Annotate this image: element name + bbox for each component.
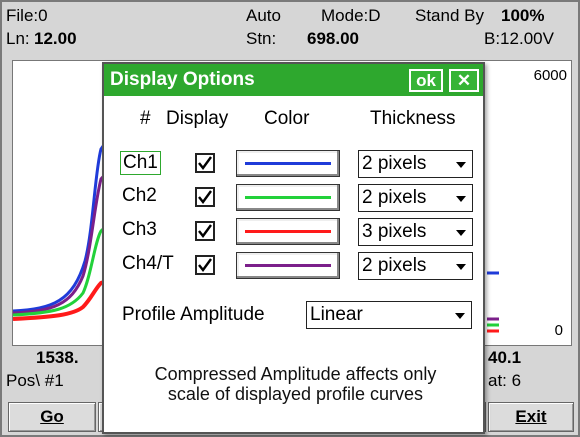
column-header-number: # xyxy=(140,108,151,129)
info-right-value: 40.1 xyxy=(488,348,522,367)
ok-button[interactable]: ok xyxy=(409,69,443,92)
dropdown-arrow-icon xyxy=(456,264,466,270)
display-options-dialog: Display Options ok ✕ # Display Color Thi… xyxy=(102,62,485,434)
checkmark-icon xyxy=(198,156,212,170)
thickness-dropdown[interactable]: 2 pixels xyxy=(358,150,473,178)
color-swatch xyxy=(245,162,331,165)
channel-label: Ch3 xyxy=(122,219,157,240)
battery-percent: 100% xyxy=(501,6,545,25)
note-line-1: Compressed Amplitude affects only xyxy=(154,364,437,384)
color-button[interactable] xyxy=(236,252,340,279)
line-label: Ln: xyxy=(6,29,30,48)
channel-row-2: Ch2 2 pixels xyxy=(120,182,473,214)
column-header-thickness: Thickness xyxy=(370,108,456,129)
color-swatch xyxy=(245,264,331,267)
column-header-display: Display xyxy=(166,108,229,129)
info-left-position: Pos\ #1 xyxy=(6,371,64,390)
color-swatch xyxy=(245,230,331,233)
mode-label: Mode:D xyxy=(321,6,381,25)
channel-row-4: Ch4/T 2 pixels xyxy=(120,250,473,282)
info-left-value: 1538. xyxy=(36,348,79,367)
auto-mode-label: Auto xyxy=(246,6,281,25)
column-header-color: Color xyxy=(264,108,310,129)
display-checkbox[interactable] xyxy=(195,255,215,275)
go-button-label: Go xyxy=(40,407,64,426)
thickness-dropdown[interactable]: 3 pixels xyxy=(358,218,473,246)
dropdown-arrow-icon xyxy=(456,196,466,202)
color-button[interactable] xyxy=(236,218,340,245)
device-screen: File:0 Auto Mode:D Stand By 100% Ln: 12.… xyxy=(0,0,580,437)
channel-label: Ch1 xyxy=(120,151,161,175)
go-button[interactable]: Go xyxy=(8,402,96,432)
display-checkbox[interactable] xyxy=(195,221,215,241)
close-icon[interactable]: ✕ xyxy=(449,69,479,92)
file-label: File:0 xyxy=(6,6,48,25)
line-value: 12.00 xyxy=(34,29,77,48)
note-line-2: scale of displayed profile curves xyxy=(167,384,424,404)
plot-top-value: 6000 xyxy=(533,67,567,84)
exit-button-label: Exit xyxy=(515,407,547,426)
thickness-dropdown[interactable]: 2 pixels xyxy=(358,184,473,212)
station-label: Stn: xyxy=(246,29,277,48)
checkmark-icon xyxy=(198,224,212,238)
standby-label: Stand By xyxy=(415,6,484,25)
thickness-dropdown[interactable]: 2 pixels xyxy=(358,252,473,280)
color-button[interactable] xyxy=(236,150,340,177)
display-checkbox[interactable] xyxy=(195,187,215,207)
profile-amplitude-dropdown[interactable]: Linear xyxy=(306,301,472,329)
plot-bottom-value: 0 xyxy=(554,322,563,339)
dialog-title: Display Options xyxy=(110,69,255,90)
channel-label: Ch4/T xyxy=(122,253,174,274)
dialog-title-bar: Display Options ok ✕ xyxy=(104,64,483,96)
dropdown-arrow-icon xyxy=(456,230,466,236)
thickness-value: 2 pixels xyxy=(362,187,427,208)
color-swatch xyxy=(245,196,331,199)
dropdown-arrow-icon xyxy=(455,313,465,319)
profile-amplitude-label: Profile Amplitude xyxy=(122,304,265,325)
voltage-label: B:12.00V xyxy=(484,29,554,48)
checkmark-icon xyxy=(198,258,212,272)
channel-label: Ch2 xyxy=(122,185,157,206)
thickness-value: 2 pixels xyxy=(362,153,427,174)
amplitude-note: Compressed Amplitude affects only scale … xyxy=(114,364,477,404)
amplitude-value: Linear xyxy=(310,304,363,325)
dropdown-arrow-icon xyxy=(456,162,466,168)
display-checkbox[interactable] xyxy=(195,153,215,173)
channel-row-3: Ch3 3 pixels xyxy=(120,216,473,248)
exit-button[interactable]: Exit xyxy=(488,402,574,432)
thickness-value: 3 pixels xyxy=(362,221,427,242)
info-right-label: at: 6 xyxy=(488,371,522,390)
color-button[interactable] xyxy=(236,184,340,211)
channel-row-1: Ch1 2 pixels xyxy=(120,148,473,180)
checkmark-icon xyxy=(198,190,212,204)
station-value: 698.00 xyxy=(307,29,359,48)
thickness-value: 2 pixels xyxy=(362,255,427,276)
